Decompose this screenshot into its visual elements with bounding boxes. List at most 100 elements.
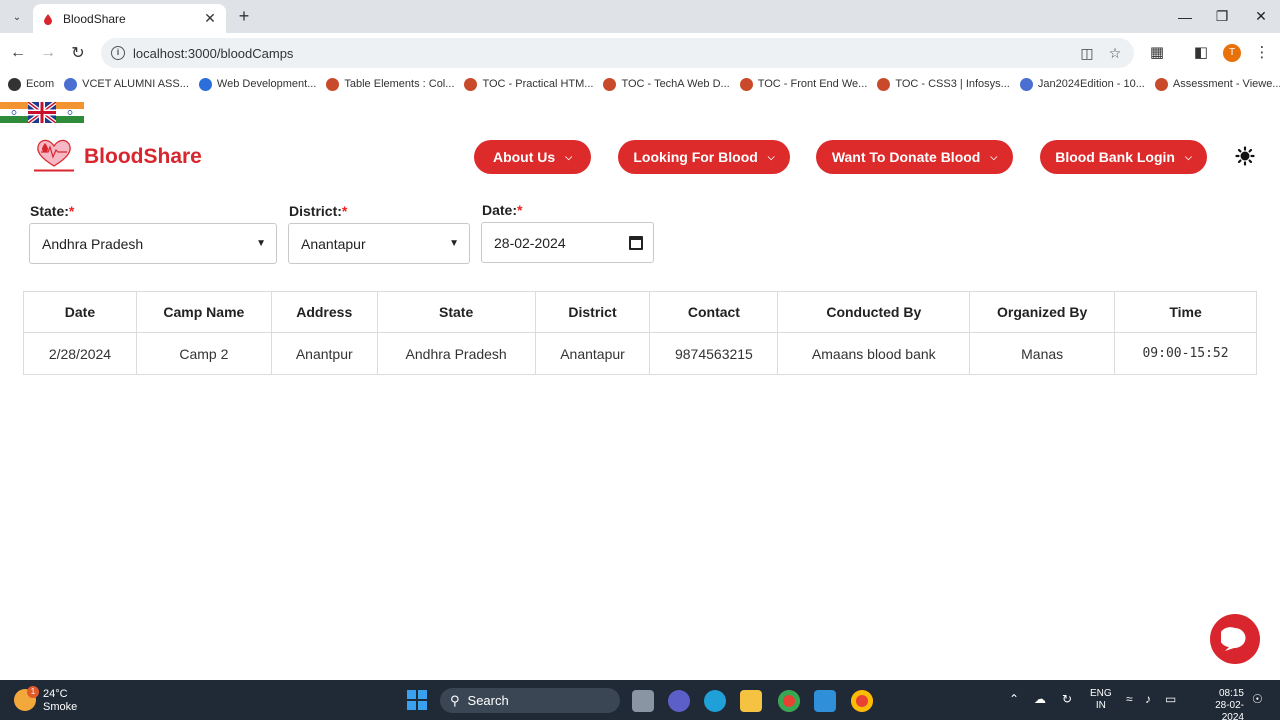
weather-temperature[interactable]: 24°C [43,688,68,700]
bookmark-item[interactable]: TOC - CSS3 | Infosys... [877,77,1010,91]
bookmark-item[interactable]: VCET ALUMNI ASS... [64,77,189,91]
cell-organized-by: Manas [969,332,1116,375]
bookmark-favicon-icon [8,77,21,91]
nav-about-us-button[interactable]: About Us ⌵ [474,140,591,174]
notification-bell-icon[interactable]: ☉ [1252,692,1263,706]
side-panel-icon[interactable]: ◧ [1191,43,1211,63]
bookmark-item[interactable]: Table Elements : Col... [326,77,455,91]
weather-notification-badge: 1 [27,686,39,698]
bookmark-item[interactable]: TOC - Front End We... [739,77,867,91]
volume-icon[interactable]: ♪ [1145,692,1151,706]
language-indicator[interactable]: ENG IN [1090,688,1112,712]
taskbar-search[interactable]: ⚲ Search [440,688,620,713]
back-arrow-icon[interactable]: ← [6,41,30,65]
column-header-camp-name: Camp Name [135,291,272,333]
nav-blood-bank-login-button[interactable]: Blood Bank Login ⌵ [1040,140,1207,174]
column-header-organized-by: Organized By [969,291,1116,333]
maximize-window-button[interactable]: ❐ [1203,0,1241,33]
tab-title: BloodShare [63,11,126,26]
cell-district: Anantapur [534,332,651,375]
taskbar-search-label: Search [467,693,509,708]
uk-flag-icon[interactable] [28,102,56,123]
tab-search-button[interactable]: ⌄ [6,6,28,28]
browser-toolbar: ← → ↻ i localhost:3000/bloodCamps ◫ ☆ ▦ … [0,33,1280,73]
column-header-address: Address [270,291,378,333]
bookmark-item[interactable]: Jan2024Edition - 10... [1019,77,1145,91]
close-window-button[interactable]: ✕ [1242,0,1280,33]
cell-contact: 9874563215 [649,332,779,375]
bookmark-label: Assessment - Viewe... [1172,78,1280,90]
india-flag-alt-icon[interactable] [56,102,84,123]
cell-time: 09:00-15:52 [1114,332,1257,375]
address-bar[interactable]: i localhost:3000/bloodCamps ◫ ☆ [101,38,1134,68]
date-label: Date:* [482,202,523,218]
edge-browser-icon[interactable] [704,690,726,712]
tray-overflow-chevron-icon[interactable]: ⌃ [1009,692,1019,706]
bookmark-favicon-icon [1154,77,1168,91]
bookmark-favicon-icon [464,77,478,91]
teams-chat-icon[interactable] [668,690,690,712]
close-tab-icon[interactable]: ✕ [202,10,218,27]
bookmark-item[interactable]: TOC - TechA Web D... [603,77,730,91]
district-select[interactable]: Anantapur ▼ [288,223,470,264]
file-explorer-icon[interactable] [740,690,762,712]
battery-icon[interactable]: ▭ [1165,692,1176,706]
chat-bubble-button[interactable] [1210,614,1260,664]
nav-about-us-label: About Us [492,149,556,165]
language-flags [0,102,84,123]
cell-state: Andhra Pradesh [376,332,536,375]
bloodshare-logo-icon[interactable] [31,136,77,174]
onedrive-cloud-icon[interactable]: ☁ [1034,692,1046,706]
chrome-icon[interactable] [778,690,800,712]
india-flag-icon[interactable] [0,102,28,123]
bookmark-favicon-icon [198,77,212,91]
bookmark-favicon-icon [603,77,617,91]
install-app-icon[interactable]: ◫ [1079,45,1095,61]
wifi-icon[interactable]: ≈ [1126,692,1133,706]
bookmark-item[interactable]: Assessment - Viewe... [1154,77,1280,91]
date-input[interactable]: 28-02-2024 [481,222,654,263]
bookmark-favicon-icon [326,77,340,91]
minimize-window-button[interactable]: — [1166,0,1204,33]
profile-avatar[interactable]: T [1223,44,1241,62]
bookmark-favicon-icon [64,77,78,91]
nav-looking-for-blood-button[interactable]: Looking For Blood ⌵ [618,140,790,174]
clock-time: 08:15 [1218,688,1244,699]
sync-icon[interactable]: ↻ [1062,692,1072,706]
system-clock[interactable]: 08:15 28-02-2024 [1208,688,1244,720]
bookmark-label: Table Elements : Col... [344,78,455,90]
column-header-date: Date [23,291,137,333]
calendar-icon[interactable] [629,235,643,250]
site-info-icon[interactable]: i [111,46,125,60]
extensions-puzzle-icon[interactable]: ▦ [1147,43,1167,63]
column-header-time: Time [1114,291,1257,333]
reload-icon[interactable]: ↻ [66,41,90,65]
bookmarks-bar: Ecom VCET ALUMNI ASS... Web Development...… [0,73,1280,95]
table-header-row: Date Camp Name Address State District Co… [23,291,1257,333]
bookmark-item[interactable]: Web Development... [198,77,316,91]
nav-want-to-donate-button[interactable]: Want To Donate Blood ⌵ [816,140,1013,174]
chevron-down-icon: ▼ [449,238,459,249]
windows-start-icon[interactable] [407,690,427,710]
clock-date: 28-02-2024 [1215,700,1244,720]
task-view-icon[interactable] [632,690,654,712]
weather-description[interactable]: Smoke [43,701,77,713]
chevron-down-icon: ▼ [256,238,266,249]
bookmark-label: TOC - CSS3 | Infosys... [895,78,1010,90]
nav-looking-for-blood-label: Looking For Blood [633,149,758,165]
brand-name[interactable]: BloodShare [84,145,202,169]
cell-camp-name: Camp 2 [135,332,272,375]
new-tab-button[interactable]: + [233,6,255,28]
theme-toggle-sun-icon[interactable] [1235,146,1255,166]
browser-menu-icon[interactable]: ⋮ [1252,43,1272,63]
state-select[interactable]: Andhra Pradesh ▼ [29,223,277,264]
vscode-icon[interactable] [814,690,836,712]
bookmark-star-icon[interactable]: ☆ [1107,45,1123,61]
bookmark-favicon-icon [1019,77,1033,91]
bookmark-item[interactable]: TOC - Practical HTM... [464,77,593,91]
forward-arrow-icon[interactable]: → [36,41,60,65]
browser-tab-active[interactable]: BloodShare ✕ [33,4,226,33]
column-header-conducted-by: Conducted By [777,291,971,333]
bookmark-item[interactable]: Ecom [8,77,54,91]
chrome-active-icon[interactable] [851,690,873,712]
